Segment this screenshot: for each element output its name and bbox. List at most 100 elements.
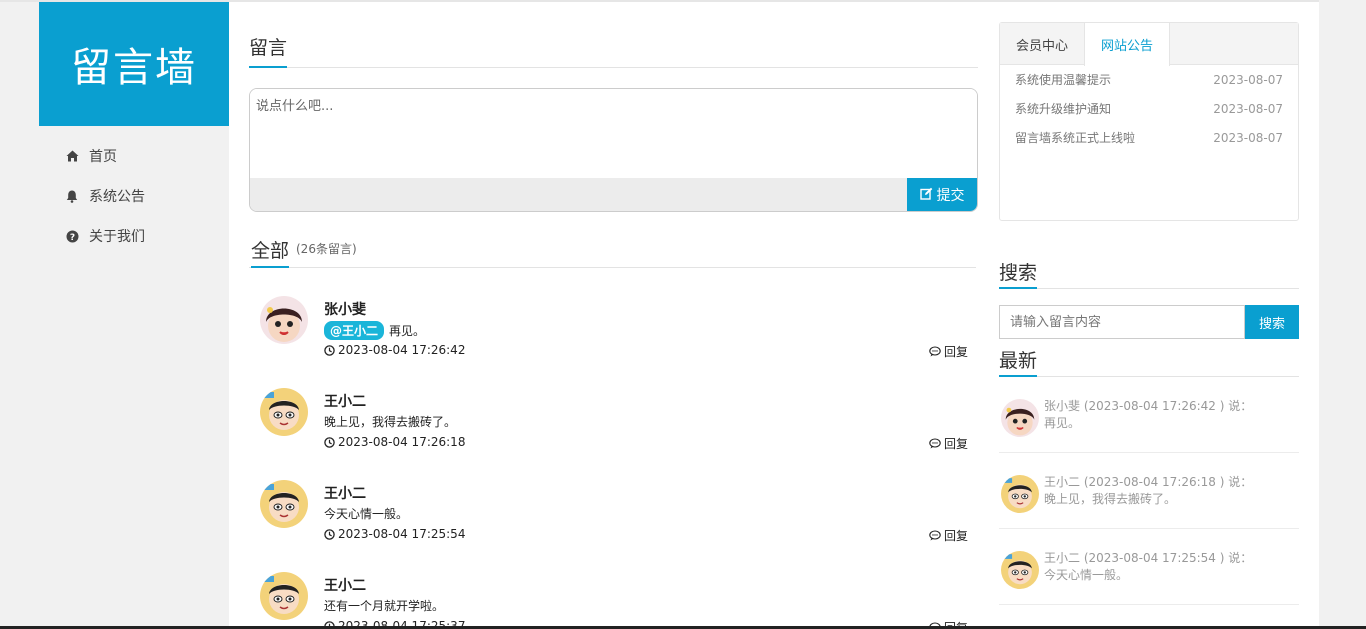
notice-title: 系统升级维护通知 — [1015, 102, 1112, 116]
reply-label: 回复 — [943, 437, 968, 451]
latest-text: 再见。 — [1044, 416, 1081, 430]
main-content: 留言 提交 全部 (26条留言) 张小斐 @王小二再见。 2023-08-04 17… — [249, 2, 978, 627]
message-time: 2023-08-04 17:26:18 — [324, 435, 465, 449]
clock-icon — [324, 344, 335, 356]
notice-date: 2023-08-07 — [1213, 101, 1283, 116]
latest-text: 今天心情一般。 — [1044, 568, 1129, 582]
latest-meta: 张小斐 (2023-08-04 17:26:42 ) 说： — [1044, 399, 1253, 413]
feed-header: 全部 (26条留言) — [249, 238, 976, 268]
latest-meta: 王小二 (2023-08-04 17:25:54 ) 说： — [1044, 551, 1253, 565]
notice-tabs: 会员中心 网站公告 — [1000, 23, 1298, 66]
message-author[interactable]: 王小二 — [324, 483, 366, 503]
bell-icon — [65, 189, 79, 203]
sidebar-item-announcements[interactable]: 系统公告 — [39, 176, 229, 216]
avatar[interactable] — [260, 480, 308, 528]
message-body: 再见。 — [389, 324, 426, 338]
comment-icon — [929, 438, 941, 449]
message-body: 今天心情一般。 — [324, 507, 409, 521]
notice-title: 留言墙系统正式上线啦 — [1015, 131, 1136, 145]
avatar[interactable] — [260, 572, 308, 620]
message-author[interactable]: 王小二 — [324, 575, 366, 595]
message-author[interactable]: 张小斐 — [324, 299, 366, 319]
message-text: 还有一个月就开学啦。 — [324, 597, 444, 614]
message-text: @王小二 再见。 — [324, 321, 425, 340]
site-logo[interactable]: 留言墙 — [39, 2, 229, 126]
notice-date: 2023-08-07 — [1213, 72, 1283, 87]
sidebar: 留言墙 首页 系统公告 ? 关于我们 — [39, 2, 229, 627]
latest-meta: 王小二 (2023-08-04 17:26:18 ) 说： — [1044, 475, 1253, 489]
message-input[interactable] — [250, 89, 977, 179]
sidebar-item-about[interactable]: ? 关于我们 — [39, 216, 229, 256]
reply-button[interactable]: 回复 — [929, 343, 968, 360]
latest-header: 最新 — [999, 347, 1299, 377]
latest-item[interactable]: 王小二 (2023-08-04 17:25:54 ) 说： 今天心情一般。 — [999, 529, 1299, 605]
message-timestamp: 2023-08-04 17:26:18 — [338, 435, 466, 449]
latest-list: 张小斐 (2023-08-04 17:26:42 ) 说： 再见。王小二 (202… — [999, 377, 1299, 605]
svg-text:?: ? — [69, 233, 74, 243]
clock-icon — [324, 436, 335, 448]
search-input[interactable] — [999, 305, 1245, 339]
search-title: 搜索 — [999, 258, 1038, 289]
search-header: 搜索 — [999, 259, 1299, 289]
edit-icon — [919, 187, 933, 203]
sidebar-item-label: 首页 — [89, 149, 117, 165]
message-item: 张小斐 @王小二 再见。 2023-08-04 17:26:42 回复 — [249, 268, 978, 360]
sidebar-item-label: 系统公告 — [89, 189, 145, 205]
latest-text: 晚上见，我得去搬砖了。 — [1044, 492, 1177, 506]
sidebar-nav: 首页 系统公告 ? 关于我们 — [39, 126, 229, 256]
feed-title: 全部 — [251, 236, 290, 268]
avatar[interactable] — [260, 388, 308, 436]
right-panel: 会员中心 网站公告 系统使用温馨提示 2023-08-07 系统升级维护通知 2… — [999, 22, 1299, 605]
notice-date: 2023-08-07 — [1213, 130, 1283, 145]
message-item: 王小二晚上见，我得去搬砖了。 2023-08-04 17:26:18 回复 — [249, 360, 978, 452]
home-icon — [65, 149, 79, 163]
message-text: 晚上见，我得去搬砖了。 — [324, 413, 456, 430]
composer-header: 留言 — [249, 2, 978, 68]
reply-button[interactable]: 回复 — [929, 527, 968, 544]
notice-panel: 会员中心 网站公告 系统使用温馨提示 2023-08-07 系统升级维护通知 2… — [999, 22, 1299, 221]
notice-item[interactable]: 留言墙系统正式上线啦 2023-08-07 — [1000, 123, 1298, 152]
page-container: 留言墙 首页 系统公告 ? 关于我们 留言 说点什么吧... 提交 全部 (26… — [39, 2, 1319, 627]
message-body: 晚上见，我得去搬砖了。 — [324, 415, 457, 429]
avatar — [1001, 475, 1039, 513]
latest-title: 最新 — [999, 346, 1038, 377]
avatar — [1001, 551, 1039, 589]
sidebar-item-label: 关于我们 — [89, 229, 145, 245]
message-time: 2023-08-04 17:25:54 — [324, 527, 465, 541]
message-body: 还有一个月就开学啦。 — [324, 599, 445, 613]
clock-icon — [324, 528, 335, 540]
sidebar-item-home[interactable]: 首页 — [39, 136, 229, 176]
mention-badge[interactable]: @王小二 — [324, 321, 385, 340]
message-author[interactable]: 王小二 — [324, 391, 366, 411]
message-timestamp: 2023-08-04 17:26:42 — [338, 343, 466, 357]
submit-label: 提交 — [936, 186, 965, 203]
message-timestamp: 2023-08-04 17:25:54 — [338, 527, 466, 541]
window-gutter — [1319, 0, 1366, 629]
notice-item[interactable]: 系统使用温馨提示 2023-08-07 — [1000, 65, 1298, 94]
notice-title: 系统使用温馨提示 — [1015, 73, 1112, 87]
tab-site-notices[interactable]: 网站公告 — [1084, 23, 1171, 66]
message-list: 张小斐 @王小二 再见。 2023-08-04 17:26:42 回复 王小二 晚上见，我得… — [249, 268, 978, 627]
question-circle-icon: ? — [65, 229, 79, 243]
message-item: 王小二还有一个月就开学啦。2023-08-04 17:25:37回复 — [249, 544, 978, 627]
avatar[interactable] — [260, 296, 308, 344]
message-time: 2023-08-04 17:26:42 — [324, 343, 465, 357]
comment-icon — [929, 346, 941, 357]
message-text: 今天心情一般。 — [324, 505, 408, 522]
composer-title: 留言 — [249, 33, 288, 68]
reply-button[interactable]: 回复 — [929, 435, 968, 452]
submit-button[interactable]: 提交 — [907, 178, 977, 211]
reply-label: 回复 — [943, 345, 968, 359]
reply-label: 回复 — [943, 529, 968, 543]
notice-item[interactable]: 系统升级维护通知 2023-08-07 — [1000, 94, 1298, 123]
comment-icon — [929, 530, 941, 541]
latest-item[interactable]: 张小斐 (2023-08-04 17:26:42 ) 说： 再见。 — [999, 377, 1299, 453]
latest-item[interactable]: 王小二 (2023-08-04 17:26:18 ) 说： 晚上见，我得去搬砖了。 — [999, 453, 1299, 529]
message-composer: 提交 — [249, 88, 978, 212]
feed-count: (26条留言) — [296, 242, 357, 256]
search-bar: 搜索 — [999, 305, 1299, 339]
composer-toolbar — [250, 178, 977, 211]
search-button[interactable]: 搜索 — [1245, 305, 1299, 339]
tab-member-center[interactable]: 会员中心 — [1000, 23, 1084, 65]
message-item: 王小二今天心情一般。 2023-08-04 17:25:54 回复 — [249, 452, 978, 544]
